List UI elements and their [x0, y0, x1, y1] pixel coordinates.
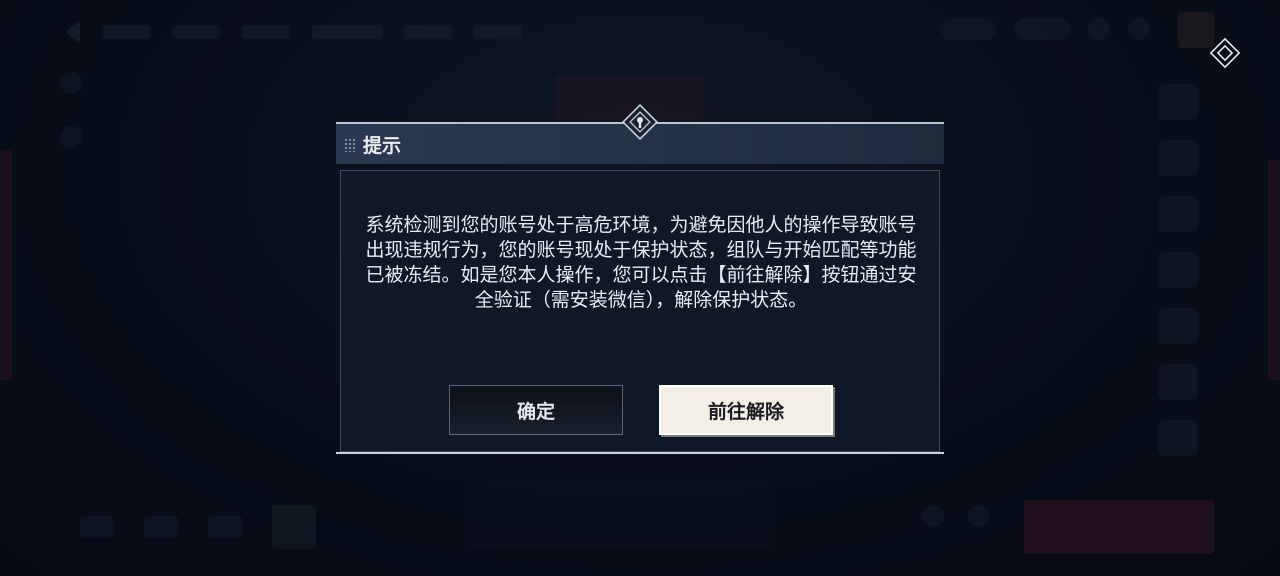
emblem-icon [621, 103, 659, 141]
alert-dialog: 提示 系统检测到您的账号处于高危环境，为避免因他人的操作导致账号出现违规行为，您… [336, 103, 944, 456]
go-unlock-button[interactable]: 前往解除 [659, 385, 833, 435]
grip-dots-icon [344, 138, 356, 152]
dialog-body: 系统检测到您的账号处于高危环境，为避免因他人的操作导致账号出现违规行为，您的账号… [340, 170, 940, 452]
corner-diamond-button[interactable] [1209, 37, 1241, 69]
dialog-title: 提示 [363, 135, 402, 157]
dialog-message: 系统检测到您的账号处于高危环境，为避免因他人的操作导致账号出现违规行为，您的账号… [365, 214, 917, 311]
diamond-icon [1209, 37, 1241, 69]
game-screen: 提示 系统检测到您的账号处于高危环境，为避免因他人的操作导致账号出现违规行为，您… [0, 0, 1280, 576]
dialog-bottom-border [336, 452, 944, 454]
confirm-button[interactable]: 确定 [449, 385, 623, 435]
